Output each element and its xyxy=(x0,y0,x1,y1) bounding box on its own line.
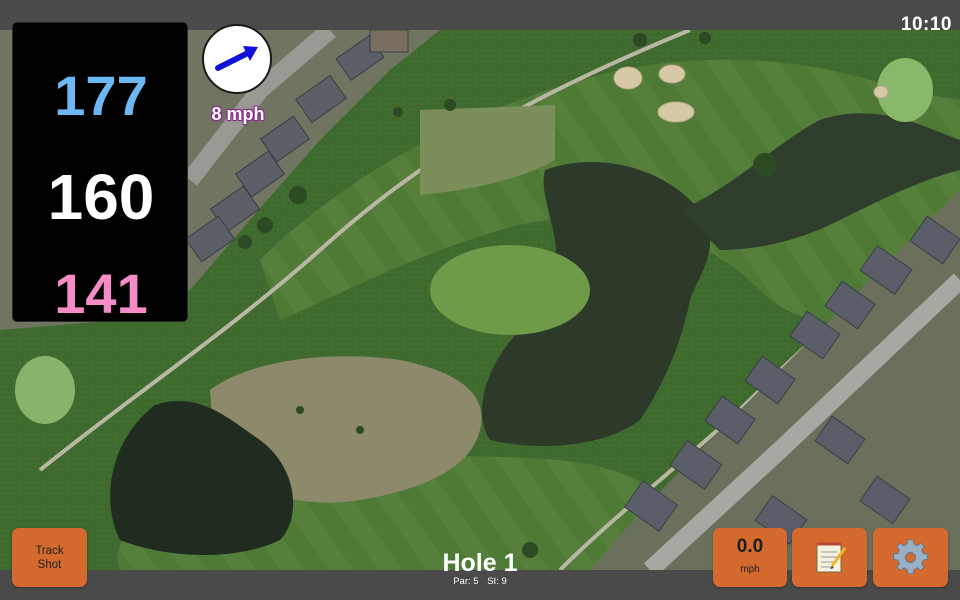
hole-par: Par: 5 xyxy=(453,576,479,587)
wind-speed: 8 mph xyxy=(211,104,265,124)
settings-button[interactable] xyxy=(873,528,948,587)
status-clock: 10:10 xyxy=(900,14,952,35)
notes-button[interactable] xyxy=(792,528,867,587)
wind-indicator[interactable] xyxy=(202,24,272,94)
gear-icon xyxy=(893,539,928,575)
putting-green xyxy=(430,245,590,335)
hole-info: Par: 5 SI: 9 xyxy=(380,576,580,587)
back-distance: 177 xyxy=(54,64,148,127)
front-distance: 141 xyxy=(54,262,148,325)
track-shot-label: Track Shot xyxy=(35,545,64,571)
green-left xyxy=(15,356,75,424)
track-shot-button[interactable]: Track Shot xyxy=(12,528,87,587)
notepad-icon xyxy=(816,542,847,573)
speed-button[interactable]: 0.0 mph xyxy=(713,528,787,587)
speed-unit: mph xyxy=(740,564,760,575)
speed-value: 0.0 xyxy=(736,536,764,557)
hole-title: Hole 1 xyxy=(442,549,518,577)
distance-panel: 177 160 141 xyxy=(12,22,188,325)
middle-distance: 160 xyxy=(47,161,155,233)
hole-si: SI: 9 xyxy=(487,576,507,587)
wind-arrow-icon xyxy=(215,46,258,71)
